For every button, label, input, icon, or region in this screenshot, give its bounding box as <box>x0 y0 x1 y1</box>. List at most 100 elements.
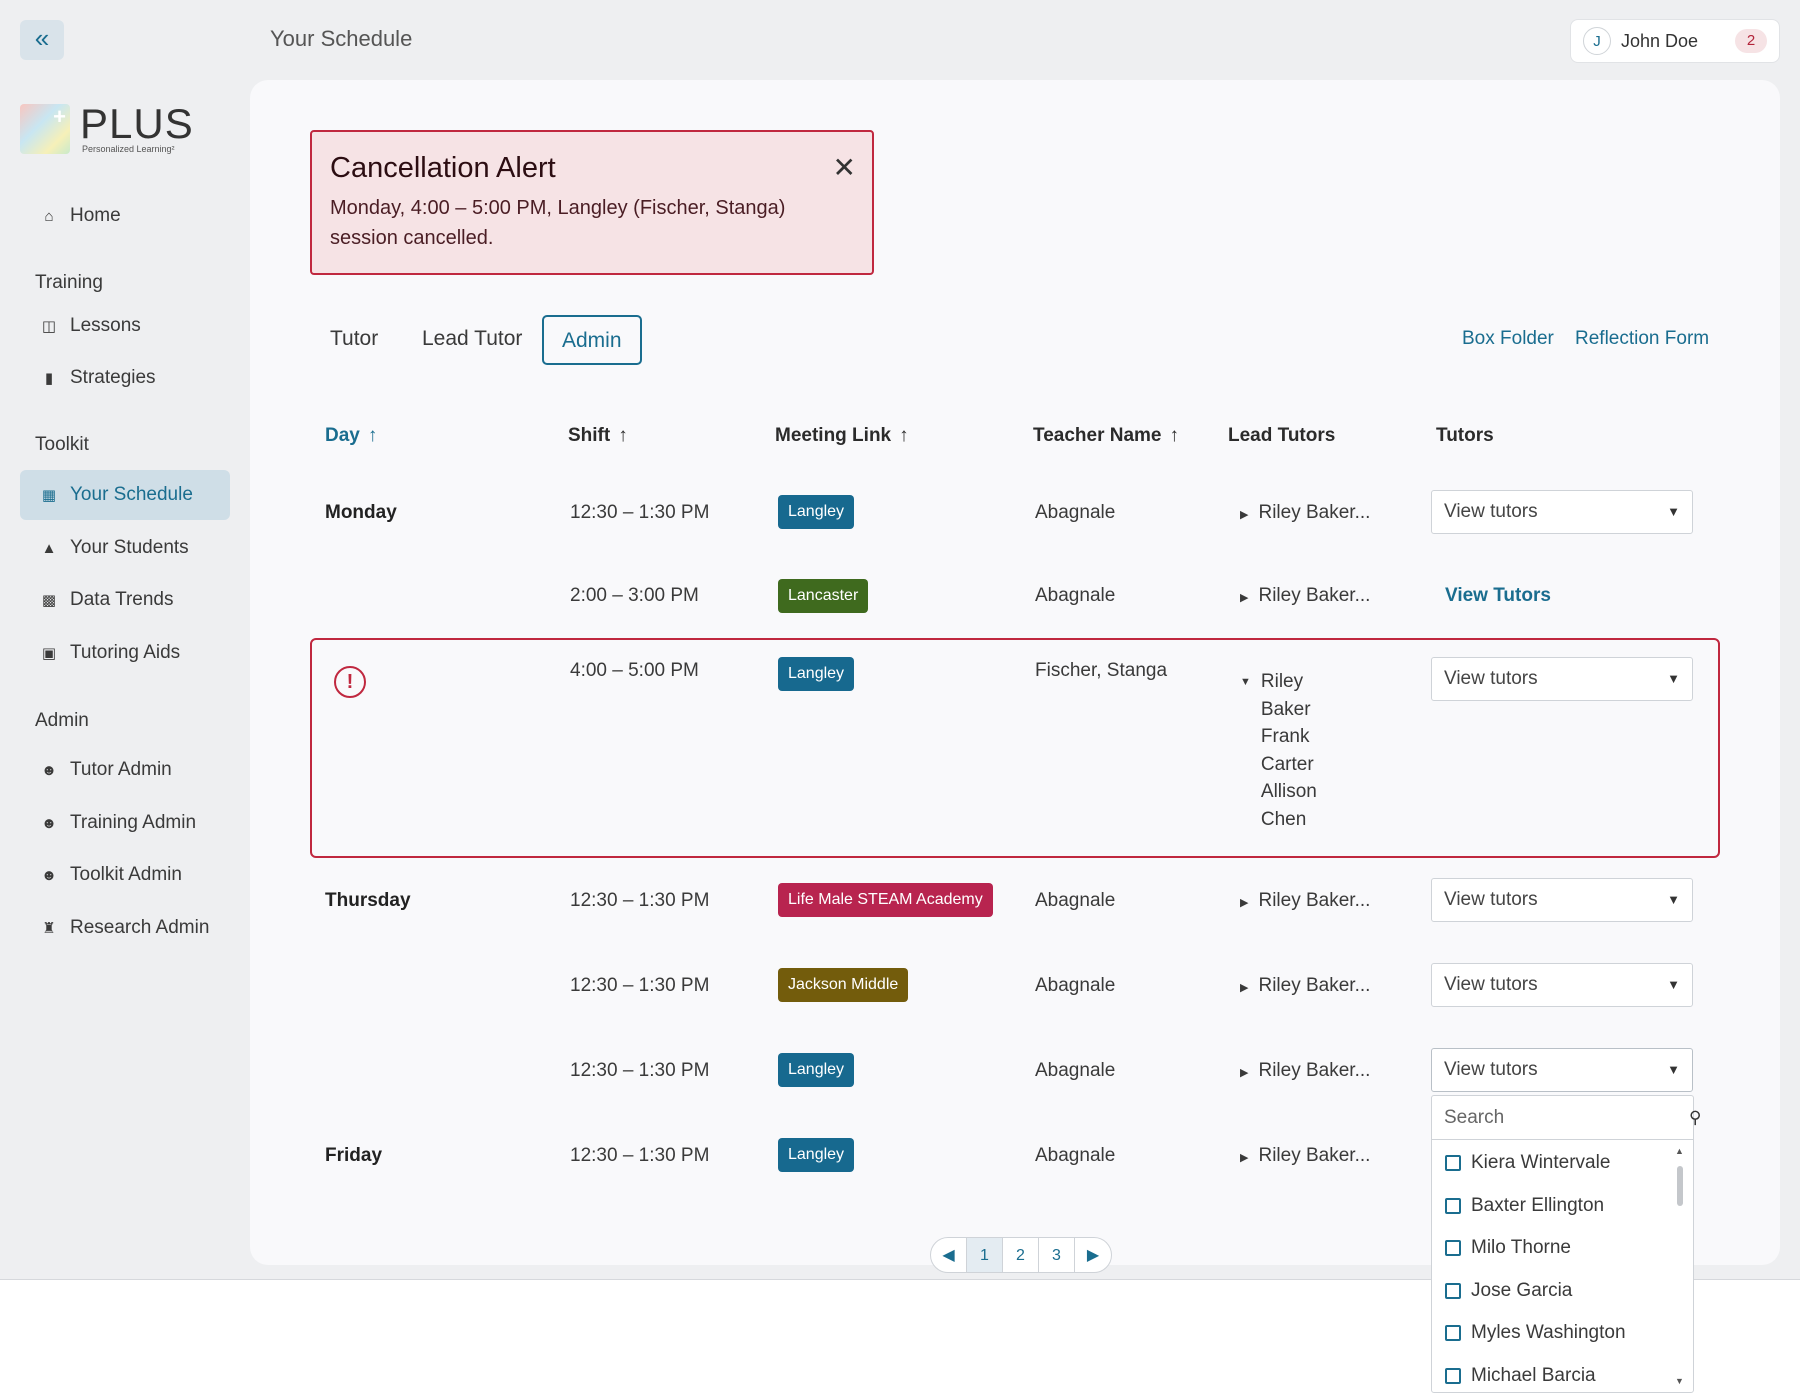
user-menu[interactable]: J John Doe 2 <box>1570 19 1780 63</box>
logo-title: PLUS <box>80 100 194 147</box>
sidebar-item-label: Research Admin <box>70 917 210 938</box>
box-folder-link[interactable]: Box Folder <box>1462 328 1554 350</box>
tutors-dropdown-panel: ⚲ Kiera Wintervale Baxter Ellington Milo… <box>1431 1095 1701 1394</box>
cell-teacher: Abagnale <box>1035 975 1116 996</box>
graduation-cap-icon: ▲ <box>41 539 57 557</box>
scroll-down-icon[interactable]: ▼ <box>1675 1376 1684 1386</box>
page-title: Your Schedule <box>270 26 413 51</box>
sidebar-item-label: Data Trends <box>70 589 174 610</box>
column-header-meeting-link[interactable]: Meeting Link ↑ <box>775 425 909 447</box>
meeting-link-pill[interactable]: Life Male STEAM Academy <box>778 883 993 917</box>
tutors-select[interactable]: View tutors ▼ <box>1431 490 1693 534</box>
lead-tutors-toggle[interactable]: ▶ Riley Baker... <box>1240 975 1370 997</box>
cell-shift: 12:30 – 1:30 PM <box>570 975 710 996</box>
tutors-select[interactable]: View tutors ▼ <box>1431 963 1693 1007</box>
lead-tutors-toggle[interactable]: ▶ Riley Baker... <box>1240 1060 1370 1082</box>
sidebar-section-training: Training <box>35 272 103 293</box>
caret-down-icon: ▼ <box>1240 676 1251 688</box>
caret-right-icon: ▶ <box>1240 592 1249 604</box>
notification-badge[interactable]: 2 <box>1735 29 1767 53</box>
prev-page-icon[interactable]: ◀ <box>931 1238 967 1272</box>
alert-title: Cancellation Alert <box>330 152 556 184</box>
sidebar-item-toolkit-admin[interactable]: ☻ Toolkit Admin <box>20 850 230 900</box>
sidebar-item-research-admin[interactable]: ♜ Research Admin <box>20 903 230 953</box>
sort-ascending-icon: ↑ <box>618 425 628 446</box>
chevron-down-icon: ▼ <box>1667 1062 1680 1077</box>
meeting-link-pill[interactable]: Lancaster <box>778 579 869 613</box>
checkbox[interactable] <box>1445 1155 1461 1172</box>
sidebar-item-training-admin[interactable]: ☻ Training Admin <box>20 798 230 848</box>
cell-teacher: Abagnale <box>1035 890 1116 911</box>
lead-tutors-expanded[interactable]: ▼ Riley Baker Frank Carter Allison Chen <box>1240 668 1331 833</box>
checkbox[interactable] <box>1445 1367 1461 1384</box>
collapse-sidebar-button[interactable]: « <box>20 20 64 60</box>
sidebar-item-tutor-admin[interactable]: ☻ Tutor Admin <box>20 745 230 795</box>
sidebar-section-admin: Admin <box>35 710 89 731</box>
caret-right-icon: ▶ <box>1240 982 1249 994</box>
cell-shift: 4:00 – 5:00 PM <box>570 660 699 681</box>
search-input[interactable] <box>1444 1106 1689 1129</box>
page-3-button[interactable]: 3 <box>1039 1238 1075 1272</box>
sidebar-item-label: Tutoring Aids <box>70 642 181 663</box>
cell-teacher: Abagnale <box>1035 585 1116 606</box>
checkbox[interactable] <box>1445 1197 1461 1214</box>
sidebar-item-your-students[interactable]: ▲ Your Students <box>20 523 230 573</box>
checkbox[interactable] <box>1445 1325 1461 1342</box>
tutors-select[interactable]: View tutors ▼ <box>1431 657 1693 701</box>
cell-teacher: Abagnale <box>1035 1060 1116 1081</box>
house-icon: ⌂ <box>44 207 54 225</box>
tutor-option[interactable]: Kiera Wintervale <box>1432 1142 1672 1185</box>
sidebar-item-home[interactable]: ⌂ Home <box>20 191 230 241</box>
close-icon[interactable]: ✕ <box>833 154 856 182</box>
sidebar-item-lessons[interactable]: ◫ Lessons <box>20 301 230 351</box>
lead-tutors-toggle[interactable]: ▶ Riley Baker... <box>1240 1145 1370 1167</box>
column-header-day[interactable]: Day ↑ <box>325 425 377 447</box>
search-icon: ⚲ <box>1689 1107 1702 1127</box>
tutor-option[interactable]: Milo Thorne <box>1432 1227 1672 1270</box>
tab-lead-tutor[interactable]: Lead Tutor <box>422 315 522 365</box>
column-header-teacher-name[interactable]: Teacher Name ↑ <box>1033 425 1179 447</box>
sidebar-item-strategies[interactable]: ▮ Strategies <box>20 353 230 403</box>
user-gear-icon: ☻ <box>41 866 57 884</box>
next-page-icon[interactable]: ▶ <box>1075 1238 1111 1272</box>
sidebar-item-label: Training Admin <box>70 812 197 833</box>
sidebar-item-tutoring-aids[interactable]: ▣ Tutoring Aids <box>20 628 230 678</box>
reflection-form-link[interactable]: Reflection Form <box>1575 328 1709 350</box>
tab-tutor[interactable]: Tutor <box>330 315 378 365</box>
meeting-link-pill[interactable]: Langley <box>778 495 855 529</box>
alert-message: Monday, 4:00 – 5:00 PM, Langley (Fischer… <box>330 197 786 249</box>
sidebar-item-data-trends[interactable]: ▩ Data Trends <box>20 575 230 625</box>
dropdown-scrollbar[interactable]: ▲ ▼ <box>1675 1146 1685 1386</box>
view-tutors-link[interactable]: View Tutors <box>1445 585 1551 607</box>
tab-admin[interactable]: Admin <box>542 315 642 365</box>
user-name: John Doe <box>1621 30 1699 51</box>
user-edit-icon: ☻ <box>41 761 57 779</box>
meeting-link-pill[interactable]: Langley <box>778 1138 855 1172</box>
tutor-option[interactable]: Jose Garcia <box>1432 1270 1672 1313</box>
logo-mark-icon: + <box>20 104 70 154</box>
tutor-option[interactable]: Myles Washington <box>1432 1312 1672 1355</box>
chevron-down-icon: ▼ <box>1667 671 1680 686</box>
checkbox[interactable] <box>1445 1282 1461 1299</box>
page-2-button[interactable]: 2 <box>1003 1238 1039 1272</box>
sidebar-item-label: Toolkit Admin <box>70 864 182 885</box>
column-header-lead-tutors: Lead Tutors <box>1228 425 1336 446</box>
lead-tutors-toggle[interactable]: ▶ Riley Baker... <box>1240 585 1370 607</box>
tutors-select-open[interactable]: View tutors ▼ <box>1431 1048 1693 1092</box>
meeting-link-pill[interactable]: Langley <box>778 657 855 691</box>
tutor-option[interactable]: Baxter Ellington <box>1432 1185 1672 1228</box>
column-header-shift[interactable]: Shift ↑ <box>568 425 628 447</box>
sort-ascending-icon: ↑ <box>899 425 909 446</box>
scroll-thumb[interactable] <box>1677 1166 1683 1206</box>
sidebar-item-your-schedule[interactable]: ▦ Your Schedule <box>20 470 230 520</box>
tutors-select[interactable]: View tutors ▼ <box>1431 878 1693 922</box>
lead-tutors-toggle[interactable]: ▶ Riley Baker... <box>1240 890 1370 912</box>
tutor-option[interactable]: Michael Barcia <box>1432 1355 1672 1394</box>
checkbox[interactable] <box>1445 1240 1461 1257</box>
scroll-up-icon[interactable]: ▲ <box>1675 1146 1684 1156</box>
lead-tutors-toggle[interactable]: ▶ Riley Baker... <box>1240 502 1370 524</box>
meeting-link-pill[interactable]: Langley <box>778 1053 855 1087</box>
tutor-options-list: Kiera Wintervale Baxter Ellington Milo T… <box>1432 1142 1672 1394</box>
meeting-link-pill[interactable]: Jackson Middle <box>778 968 909 1002</box>
page-1-button[interactable]: 1 <box>967 1238 1003 1272</box>
